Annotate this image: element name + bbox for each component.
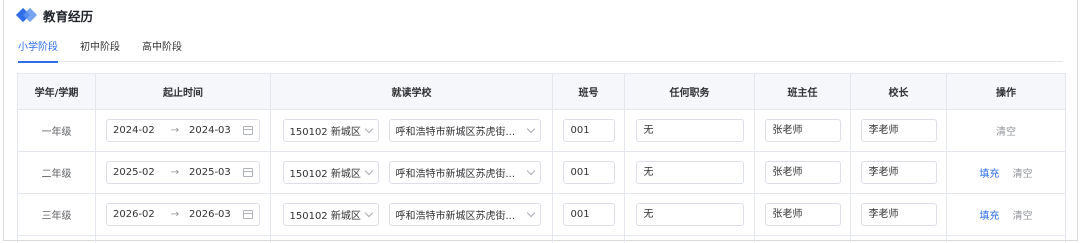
table-row-partial — [17, 235, 1066, 243]
calendar-icon — [243, 126, 253, 135]
start-date[interactable]: 2026-02 — [113, 209, 163, 220]
class-no-cell: 001 — [552, 193, 625, 236]
principal-cell: 李老师 — [850, 151, 947, 194]
range-arrow-icon: → — [170, 167, 180, 178]
table-row: 一年级 2024-02 → 2024-03 150102 新城区 呼和浩特市新城… — [17, 109, 1066, 152]
start-date[interactable]: 2024-02 — [113, 125, 163, 136]
head-teacher-cell: 张老师 — [754, 109, 851, 152]
col-header-actions: 操作 — [946, 73, 1066, 110]
col-header-principal: 校长 — [850, 73, 947, 110]
period-cell: 2025-02 → 2025-03 — [95, 151, 271, 194]
end-date[interactable]: 2025-03 — [189, 167, 239, 178]
clear-button[interactable]: 清空 — [996, 127, 1016, 138]
fill-button[interactable]: 填充 — [979, 169, 999, 180]
head-teacher-cell: 张老师 — [754, 151, 851, 194]
col-header-duty: 任何职务 — [624, 73, 755, 110]
date-range-picker[interactable]: 2025-02 → 2025-03 — [106, 161, 260, 184]
grade-cell: 一年级 — [17, 109, 96, 152]
actions-cell: 清空 — [946, 109, 1066, 152]
chevron-down-icon — [526, 166, 535, 176]
class-no-cell: 001 — [552, 109, 625, 152]
head-teacher-input[interactable]: 张老师 — [764, 203, 841, 226]
col-header-class-no: 班号 — [552, 73, 625, 110]
col-header-period: 起止时间 — [95, 73, 271, 110]
duty-cell: 无 — [624, 109, 755, 152]
principal-input[interactable]: 李老师 — [860, 161, 937, 184]
diamond-logo-icon — [15, 7, 38, 23]
head-teacher-input[interactable]: 张老师 — [764, 119, 841, 142]
school-select[interactable]: 呼和浩特市新城区苏虎街... — [388, 203, 541, 226]
class-no-cell: 001 — [552, 151, 625, 194]
tab-junior-high[interactable]: 初中阶段 — [80, 40, 120, 62]
tab-primary-school[interactable]: 小学阶段 — [18, 40, 58, 63]
duty-input[interactable]: 无 — [635, 119, 744, 142]
calendar-icon — [243, 168, 253, 177]
clear-button[interactable]: 清空 — [1013, 169, 1033, 180]
section-header: 教育经历 — [15, 6, 94, 24]
fill-button[interactable]: 填充 — [979, 211, 999, 222]
school-select[interactable]: 呼和浩特市新城区苏虎街... — [388, 119, 541, 142]
principal-cell: 李老师 — [850, 193, 947, 236]
end-date[interactable]: 2026-03 — [189, 209, 239, 220]
chevron-down-icon — [364, 208, 373, 218]
chevron-down-icon — [364, 166, 373, 176]
class-no-input[interactable]: 001 — [562, 161, 615, 184]
duty-cell: 无 — [624, 193, 755, 236]
grade-cell: 三年级 — [17, 193, 96, 236]
calendar-icon — [243, 210, 253, 219]
col-header-grade: 学年/学期 — [17, 73, 96, 110]
head-teacher-cell: 张老师 — [754, 193, 851, 236]
start-date[interactable]: 2025-02 — [113, 167, 163, 178]
col-header-school: 就读学校 — [270, 73, 553, 110]
district-select[interactable]: 150102 新城区 — [282, 203, 379, 226]
clear-button[interactable]: 清空 — [1013, 211, 1033, 222]
col-header-head-teacher: 班主任 — [754, 73, 851, 110]
chevron-down-icon — [526, 208, 535, 218]
end-date[interactable]: 2024-03 — [189, 125, 239, 136]
grade-cell: 二年级 — [17, 151, 96, 194]
school-select[interactable]: 呼和浩特市新城区苏虎街... — [388, 161, 541, 184]
chevron-down-icon — [364, 124, 373, 134]
tab-senior-high[interactable]: 高中阶段 — [142, 40, 182, 62]
date-range-picker[interactable]: 2026-02 → 2026-03 — [106, 203, 260, 226]
duty-cell: 无 — [624, 151, 755, 194]
school-cell: 150102 新城区 呼和浩特市新城区苏虎街... — [270, 109, 553, 152]
principal-cell: 李老师 — [850, 109, 947, 152]
class-no-input[interactable]: 001 — [562, 203, 615, 226]
principal-input[interactable]: 李老师 — [860, 119, 937, 142]
education-table: 学年/学期 起止时间 就读学校 班号 任何职务 班主任 校长 操作 一年级 20… — [17, 73, 1066, 243]
actions-cell: 填充 清空 — [946, 151, 1066, 194]
period-cell: 2024-02 → 2024-03 — [95, 109, 271, 152]
section-title: 教育经历 — [43, 8, 94, 24]
principal-input[interactable]: 李老师 — [860, 203, 937, 226]
stage-tabs: 小学阶段 初中阶段 高中阶段 — [18, 40, 1063, 63]
school-cell: 150102 新城区 呼和浩特市新城区苏虎街... — [270, 193, 553, 236]
duty-input[interactable]: 无 — [635, 203, 744, 226]
school-cell: 150102 新城区 呼和浩特市新城区苏虎街... — [270, 151, 553, 194]
table-row: 三年级 2026-02 → 2026-03 150102 新城区 呼和浩特市新城… — [17, 193, 1066, 236]
date-range-picker[interactable]: 2024-02 → 2024-03 — [106, 119, 260, 142]
duty-input[interactable]: 无 — [635, 161, 744, 184]
district-select[interactable]: 150102 新城区 — [282, 119, 379, 142]
table-header-row: 学年/学期 起止时间 就读学校 班号 任何职务 班主任 校长 操作 — [17, 73, 1066, 110]
table-row: 二年级 2025-02 → 2025-03 150102 新城区 呼和浩特市新城… — [17, 151, 1066, 194]
range-arrow-icon: → — [170, 209, 180, 220]
class-no-input[interactable]: 001 — [562, 119, 615, 142]
range-arrow-icon: → — [170, 125, 180, 136]
period-cell: 2026-02 → 2026-03 — [95, 193, 271, 236]
chevron-down-icon — [526, 124, 535, 134]
head-teacher-input[interactable]: 张老师 — [764, 161, 841, 184]
actions-cell: 填充 清空 — [946, 193, 1066, 236]
district-select[interactable]: 150102 新城区 — [282, 161, 379, 184]
